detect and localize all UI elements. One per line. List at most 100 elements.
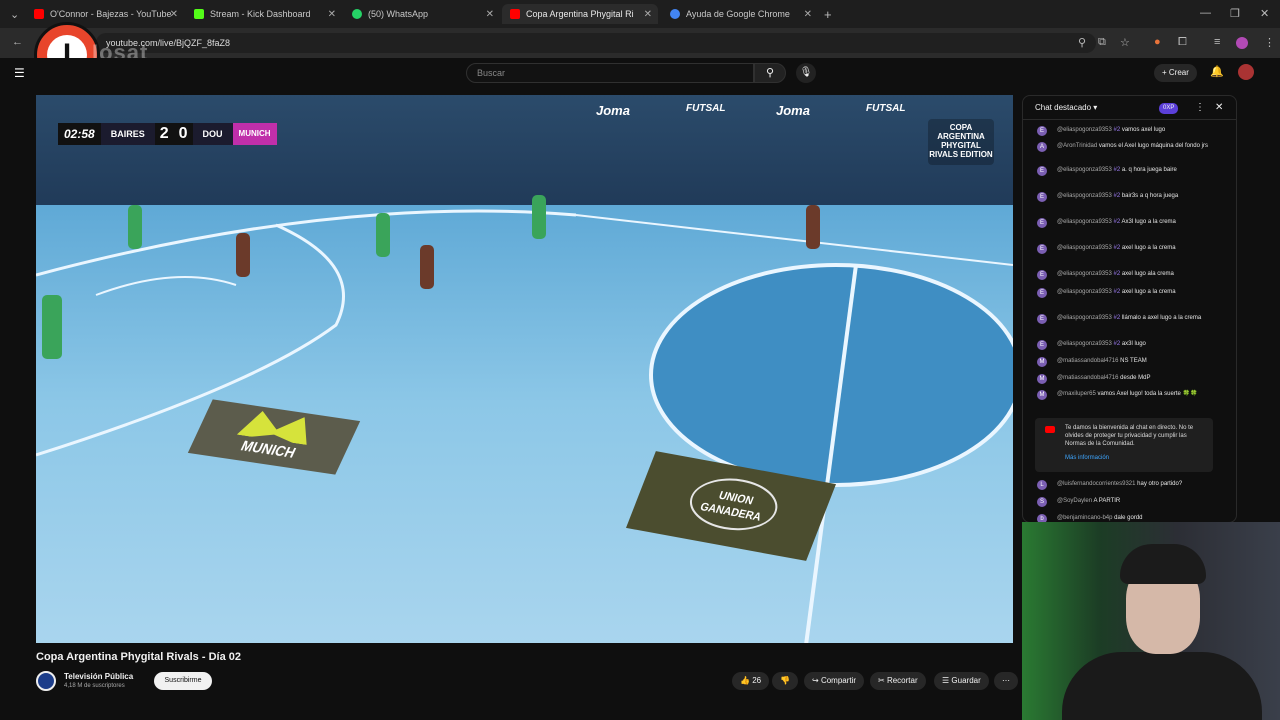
streamer-webcam — [1022, 522, 1280, 720]
chat-author-name[interactable]: @eliaspogonza9353 — [1057, 341, 1112, 347]
chat-author-name[interactable]: @eliaspogonza9353 — [1057, 289, 1112, 295]
member-badge: #2 — [1113, 315, 1121, 321]
minimize-icon[interactable]: — — [1200, 7, 1211, 19]
chat-author-name[interactable]: @SoyDaylen — [1057, 498, 1092, 504]
chat-author-name[interactable]: @matiassandobal4716 — [1057, 375, 1118, 381]
chat-message: M @matiassandobal4716 desde MdP — [1037, 374, 1217, 384]
extensions-puzzle-icon[interactable]: ⧠ — [1178, 36, 1187, 49]
chat-message: E @eliaspogonza9353 #2 bair3s a q hora ju… — [1037, 192, 1217, 202]
chat-author-name[interactable]: @eliaspogonza9353 — [1057, 127, 1112, 133]
sponsor-banner: Joma — [596, 103, 630, 118]
create-button[interactable]: + Crear — [1154, 64, 1197, 82]
chat-author-name[interactable]: @eliaspogonza9353 — [1057, 193, 1112, 199]
like-button[interactable]: 👍 26 — [732, 672, 770, 690]
home-team: BAIRES — [100, 123, 155, 145]
close-tab-icon[interactable]: ✕ — [328, 9, 336, 20]
chat-author-avatar[interactable]: E — [1037, 314, 1047, 324]
chat-author-name[interactable]: @maxiluper65 — [1057, 391, 1096, 397]
scissors-icon: ✂ — [878, 676, 887, 685]
close-tab-icon[interactable]: ✕ — [644, 9, 652, 20]
thumbs-down-icon: 👎 — [780, 676, 790, 685]
channel-avatar[interactable] — [36, 671, 56, 691]
chat-message: E @eliaspogonza9353 #2 axel lugo ala crem… — [1037, 270, 1217, 280]
dislike-button[interactable]: 👎 — [772, 672, 798, 690]
tab-copa-argentina[interactable]: Copa Argentina Phygital Ri ✕ — [502, 4, 658, 24]
tab-search-icon[interactable]: ⌄ — [10, 8, 19, 21]
more-info-link[interactable]: Más información — [1065, 454, 1205, 462]
points-badge[interactable]: 0XP — [1159, 103, 1179, 114]
close-tab-icon[interactable]: ✕ — [804, 9, 812, 20]
member-badge: #2 — [1113, 219, 1121, 225]
zoom-icon[interactable]: ⚲ — [1078, 36, 1086, 49]
chat-author-avatar[interactable]: L — [1037, 480, 1047, 490]
tab-kick-dashboard[interactable]: Stream - Kick Dashboard ✕ — [186, 4, 342, 24]
search-input[interactable]: Buscar — [466, 63, 754, 83]
member-badge: #2 — [1113, 167, 1121, 173]
clip-button[interactable]: ✂ Recortar — [870, 672, 926, 690]
address-bar[interactable]: youtube.com/live/BjQZF_8faZ8 — [96, 33, 1096, 53]
share-button[interactable]: ↪ Compartir — [804, 672, 865, 690]
search-icon[interactable]: ⚲ — [754, 63, 786, 83]
chat-author-avatar[interactable]: A — [1037, 142, 1047, 152]
close-tab-icon[interactable]: ✕ — [486, 9, 494, 20]
court-lines — [36, 209, 1013, 643]
chat-author-avatar[interactable]: M — [1037, 390, 1047, 400]
chat-author-name[interactable]: @eliaspogonza9353 — [1057, 245, 1112, 251]
chat-author-avatar[interactable]: E — [1037, 126, 1047, 136]
chat-author-name[interactable]: @eliaspogonza9353 — [1057, 315, 1112, 321]
notifications-bell-icon[interactable]: 🔔 — [1210, 65, 1224, 78]
thumbs-up-icon: 👍 — [740, 676, 753, 685]
chat-author-name[interactable]: @eliaspogonza9353 — [1057, 271, 1112, 277]
member-badge: #2 — [1113, 245, 1121, 251]
bookmark-star-icon[interactable]: ☆ — [1120, 36, 1130, 49]
chat-author-avatar[interactable]: M — [1037, 374, 1047, 384]
chat-author-name[interactable]: @eliaspogonza9353 — [1057, 219, 1112, 225]
chat-author-name[interactable]: @eliaspogonza9353 — [1057, 167, 1112, 173]
chat-mode-dropdown[interactable]: Chat destacado ▾ — [1035, 103, 1097, 112]
chat-message-text: axel lugo ala crema — [1121, 271, 1174, 277]
extension-icon[interactable]: ● — [1154, 36, 1161, 48]
chat-menu-icon[interactable]: ⋮ — [1195, 102, 1205, 113]
chat-author-avatar[interactable]: E — [1037, 288, 1047, 298]
chat-author-avatar[interactable]: E — [1037, 340, 1047, 350]
account-avatar[interactable] — [1238, 64, 1254, 80]
video-player[interactable]: Joma FUTSAL Joma FUTSAL MUNICH UNION GAN… — [36, 95, 1013, 643]
chat-author-avatar[interactable]: S — [1037, 497, 1047, 507]
sponsor-banner: FUTSAL — [866, 103, 906, 114]
maximize-icon[interactable]: ❐ — [1230, 7, 1240, 20]
chat-author-avatar[interactable]: M — [1037, 357, 1047, 367]
close-window-icon[interactable]: ✕ — [1260, 7, 1269, 20]
channel-name[interactable]: Televisión Pública — [64, 672, 133, 681]
new-tab-icon[interactable]: + — [824, 7, 832, 22]
chat-author-avatar[interactable]: E — [1037, 192, 1047, 202]
chat-author-name[interactable]: @matiassandobal4716 — [1057, 358, 1118, 364]
close-chat-icon[interactable]: ✕ — [1215, 102, 1223, 113]
microphone-icon[interactable]: 🎙 — [796, 63, 816, 83]
tab-whatsapp[interactable]: (50) WhatsApp ✕ — [344, 4, 500, 24]
tab-youtube-oconnor[interactable]: O'Connor - Bajezas - YouTube ✕ — [26, 4, 184, 24]
profile-avatar[interactable] — [1236, 37, 1248, 49]
chat-message-text: bair3s a q hora juega — [1121, 193, 1179, 199]
browser-menu-icon[interactable]: ⋮ — [1264, 36, 1275, 49]
chat-author-avatar[interactable]: E — [1037, 270, 1047, 280]
back-icon[interactable]: ← — [12, 36, 23, 48]
chat-author-name[interactable]: @benjamincano-b4p — [1057, 515, 1112, 521]
game-clock: 02:58 — [58, 123, 101, 145]
cast-icon[interactable]: ⧉ — [1098, 36, 1106, 49]
close-tab-icon[interactable]: ✕ — [170, 9, 178, 20]
chat-message: E @eliaspogonza9353 #2 a. q hora juega ba… — [1037, 166, 1217, 176]
tab-chrome-help[interactable]: Ayuda de Google Chrome ✕ — [662, 4, 818, 24]
save-button[interactable]: ☰ Guardar — [934, 672, 989, 690]
chat-author-avatar[interactable]: E — [1037, 166, 1047, 176]
chat-author-name[interactable]: @luisfernandocorrientes9321 — [1057, 481, 1135, 487]
subscribe-button[interactable]: Suscribirme — [154, 672, 212, 690]
chat-author-avatar[interactable]: E — [1037, 218, 1047, 228]
chat-author-name[interactable]: @AronTrinidad — [1057, 143, 1097, 149]
reading-list-icon[interactable]: ≡ — [1214, 36, 1220, 48]
menu-hamburger-icon[interactable]: ☰ — [14, 66, 25, 80]
chat-author-avatar[interactable]: E — [1037, 244, 1047, 254]
more-actions-icon[interactable]: ⋯ — [994, 672, 1018, 690]
chat-header: Chat destacado ▾ 0XP ⋮ ✕ — [1023, 96, 1236, 120]
youtube-icon — [1045, 426, 1055, 433]
player — [420, 245, 434, 289]
